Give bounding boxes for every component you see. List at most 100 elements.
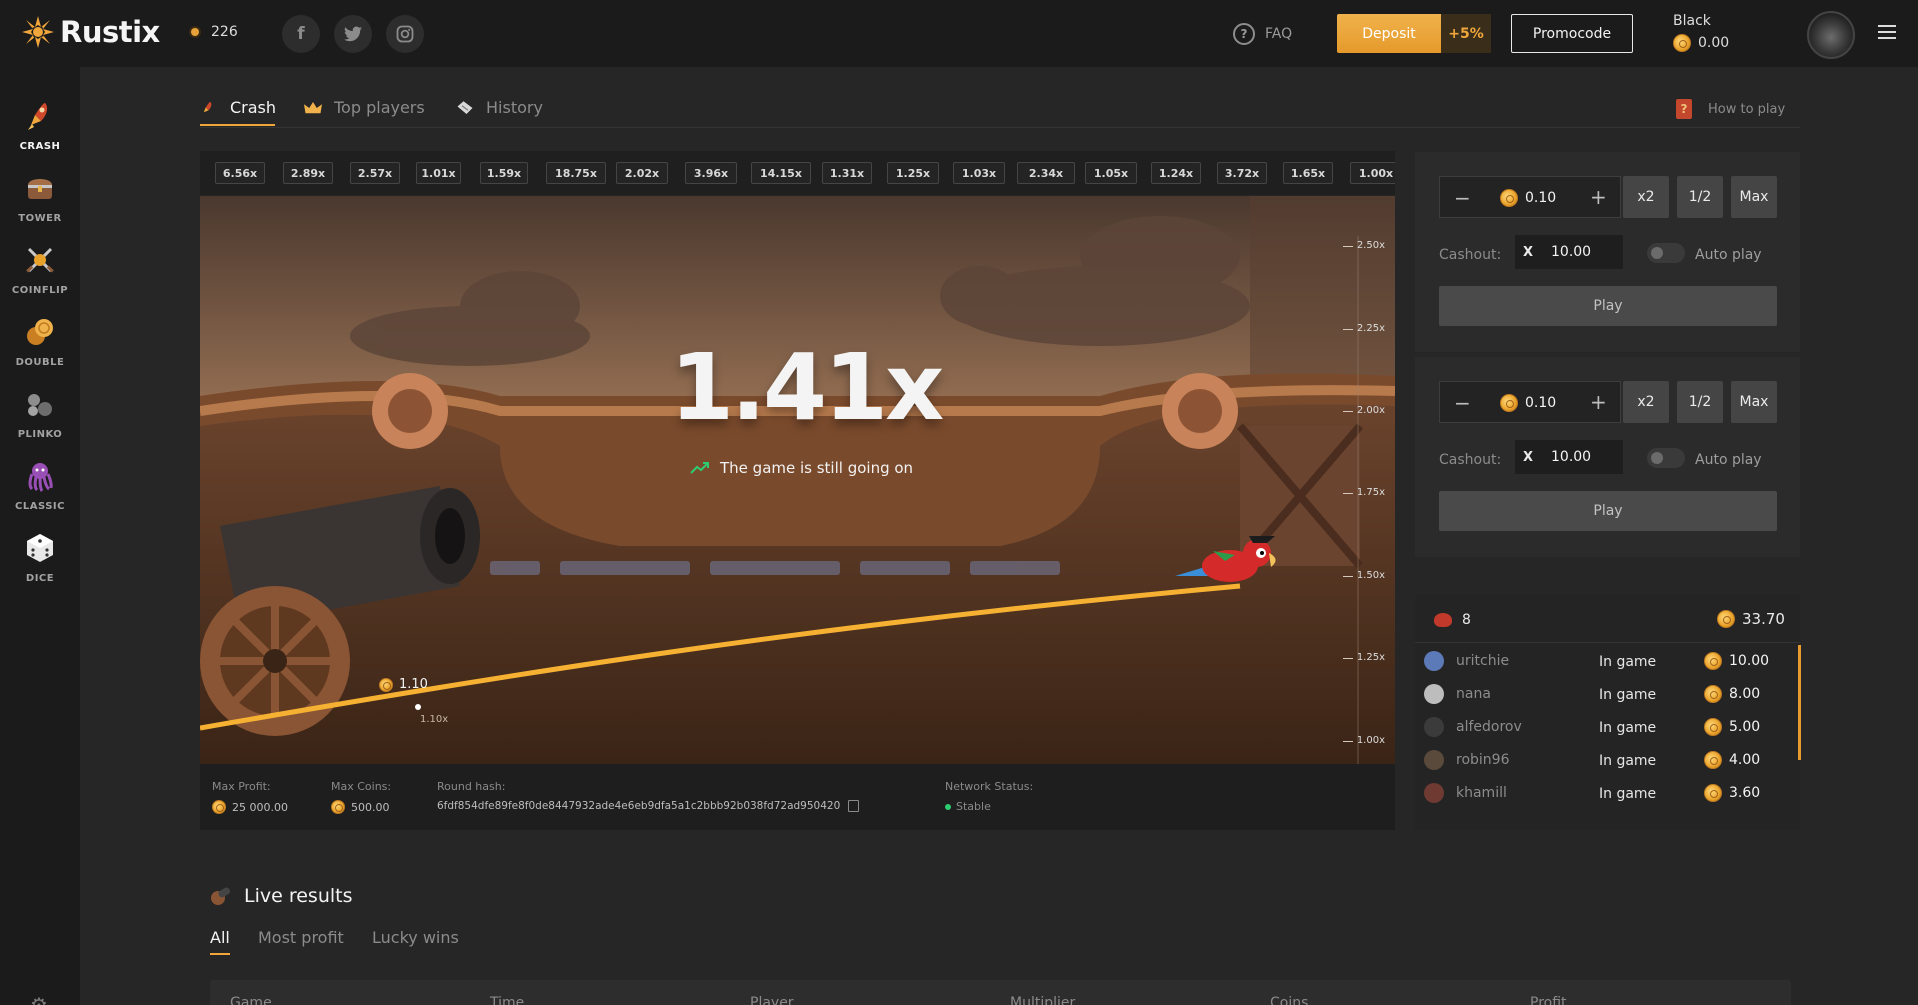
column-header: Coins: [1270, 995, 1309, 1005]
bet-amount-value: 0.10: [1525, 190, 1557, 206]
multiplier-chip[interactable]: 2.57x: [350, 162, 400, 184]
sidebar-label-double: DOUBLE: [15, 357, 65, 368]
sidebar-item-dice[interactable]: DICE: [0, 531, 80, 584]
round-hash-label: Round hash:: [437, 780, 506, 793]
network-status-value: Stable: [956, 800, 991, 813]
tab-history[interactable]: History: [456, 98, 543, 117]
how-to-play-link[interactable]: ? How to play: [1676, 99, 1785, 119]
coin-icon: [1704, 751, 1722, 769]
tab-lucky-wins[interactable]: Lucky wins: [372, 928, 459, 947]
multiplier-chip[interactable]: 1.24x: [1151, 162, 1201, 184]
multiplier-chip[interactable]: 2.02x: [616, 162, 668, 184]
multiplier-chip[interactable]: 1.25x: [887, 162, 939, 184]
tab-active-underline: [200, 124, 275, 126]
auto-play-label: Auto play: [1695, 452, 1762, 468]
multiplier-chip[interactable]: 1.03x: [953, 162, 1005, 184]
plus-icon[interactable]: +: [1590, 390, 1607, 414]
copy-icon[interactable]: [848, 800, 860, 812]
multiplier-chip[interactable]: 1.59x: [480, 162, 528, 184]
table-row[interactable]: alfedorov In game 5.00: [1415, 709, 1800, 742]
bet-marker: 1.10: [379, 677, 428, 692]
table-row[interactable]: khamill In game 3.60: [1415, 775, 1800, 808]
table-row[interactable]: nana In game 8.00: [1415, 676, 1800, 709]
sidebar-label-dice: DICE: [25, 573, 55, 584]
multiplier-chip[interactable]: 2.34x: [1017, 162, 1075, 184]
sidebar-item-coinflip[interactable]: COINFLIP: [0, 243, 80, 296]
multiplier-chip[interactable]: 18.75x: [546, 162, 606, 184]
crash-rocket-icon: [28, 103, 48, 130]
sidebar-item-crash[interactable]: CRASH: [0, 99, 80, 152]
bet-amount-input[interactable]: − 0.10 +: [1439, 176, 1621, 218]
cashout-input[interactable]: 10.00: [1541, 235, 1623, 269]
multiplier-chip[interactable]: 1.05x: [1085, 162, 1137, 184]
plus-icon[interactable]: +: [1590, 185, 1607, 209]
sidebar-item-tower[interactable]: TOWER: [0, 171, 80, 224]
sidebar-label-classic: CLASSIC: [15, 501, 65, 512]
double-bet-button[interactable]: x2: [1623, 176, 1669, 218]
multiplier-chip[interactable]: 2.89x: [283, 162, 333, 184]
player-status: In game: [1599, 687, 1657, 703]
multiplier-chip[interactable]: 1.31x: [822, 162, 872, 184]
plinko-balls-icon: [28, 394, 52, 416]
menu-icon[interactable]: [1878, 25, 1896, 39]
y-axis-tick: [1343, 411, 1353, 412]
online-count: 226: [211, 24, 238, 40]
facebook-icon[interactable]: f: [282, 15, 320, 53]
half-bet-button[interactable]: 1/2: [1677, 381, 1723, 423]
table-row[interactable]: uritchie In game 10.00: [1415, 643, 1800, 676]
player-bet-value: 4.00: [1729, 752, 1761, 768]
multiplier-chip[interactable]: 14.15x: [751, 162, 811, 184]
sidebar-item-double[interactable]: DOUBLE: [0, 315, 80, 368]
y-axis-label: 1.00x: [1356, 735, 1385, 746]
instagram-icon[interactable]: [386, 15, 424, 53]
max-profit-label: Max Profit:: [212, 780, 271, 793]
tab-all[interactable]: All: [210, 928, 230, 947]
sidebar-item-classic[interactable]: CLASSIC: [0, 459, 80, 512]
sidebar-item-plinko[interactable]: PLINKO: [0, 387, 80, 440]
auto-play-toggle[interactable]: [1647, 243, 1685, 263]
tab-most-profit[interactable]: Most profit: [258, 928, 344, 947]
pirate-icon: [1434, 613, 1452, 627]
bet-amount-input[interactable]: − 0.10 +: [1439, 381, 1621, 423]
table-row[interactable]: robin96 In game 4.00: [1415, 742, 1800, 775]
faq-link[interactable]: ? FAQ: [1233, 23, 1292, 45]
max-bet-button[interactable]: Max: [1731, 381, 1777, 423]
minus-icon[interactable]: −: [1454, 391, 1471, 415]
gear-icon[interactable]: ⚙: [29, 995, 49, 1005]
avatar[interactable]: [1807, 11, 1855, 59]
coin-icon: [1704, 718, 1722, 736]
play-button[interactable]: Play: [1439, 286, 1777, 326]
player-name: khamill: [1456, 785, 1507, 801]
max-bet-button[interactable]: Max: [1731, 176, 1777, 218]
instagram-camera-icon: [396, 25, 414, 43]
y-axis-label: 1.25x: [1356, 652, 1385, 663]
coin-icon: [1673, 34, 1691, 52]
multiplier-chip[interactable]: 1.65x: [1283, 162, 1333, 184]
promocode-button[interactable]: Promocode: [1511, 14, 1633, 53]
question-scroll-icon: ?: [1676, 99, 1692, 119]
tab-top-players[interactable]: Top players: [304, 98, 425, 117]
minus-icon[interactable]: −: [1454, 186, 1471, 210]
twitter-icon[interactable]: [334, 15, 372, 53]
tab-crash[interactable]: Crash: [200, 98, 276, 126]
crown-icon: [304, 101, 322, 113]
avatar: [1424, 750, 1444, 770]
multiplier-chip[interactable]: 1.01x: [416, 162, 461, 184]
double-bet-button[interactable]: x2: [1623, 381, 1669, 423]
multiplier-chip[interactable]: 6.56x: [215, 162, 265, 184]
multiplier-chip[interactable]: 3.72x: [1217, 162, 1267, 184]
cashout-input[interactable]: 10.00: [1541, 440, 1623, 474]
user-balance: 0.00: [1673, 34, 1729, 52]
multiplier-chip[interactable]: 3.96x: [685, 162, 737, 184]
auto-play-toggle[interactable]: [1647, 448, 1685, 468]
multiplier-chip[interactable]: 1.00x: [1350, 162, 1395, 184]
deposit-button[interactable]: Deposit: [1337, 14, 1441, 53]
game-status: The game is still going on: [690, 459, 913, 477]
coin-icon: [212, 800, 226, 814]
logo[interactable]: Rustix: [20, 14, 160, 50]
play-button[interactable]: Play: [1439, 491, 1777, 531]
half-bet-button[interactable]: 1/2: [1677, 176, 1723, 218]
player-bet: 3.60: [1704, 784, 1760, 802]
how-to-play-label: How to play: [1708, 101, 1786, 117]
players-scrollbar[interactable]: [1798, 645, 1801, 760]
